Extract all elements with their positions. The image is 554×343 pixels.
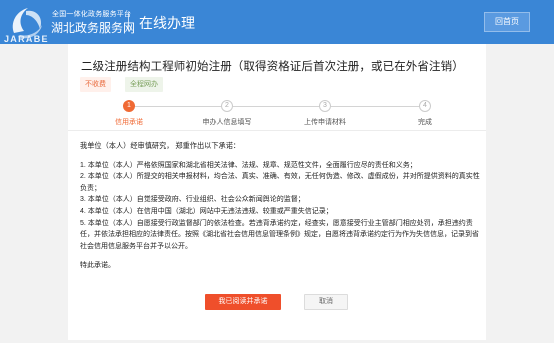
- home-button[interactable]: 回首页: [484, 12, 530, 32]
- logo-watermark-text: JARABE: [4, 34, 49, 44]
- cancel-button[interactable]: 取消: [304, 294, 348, 310]
- main-card: 二级注册结构工程师初始注册（取得资格证后首次注册，或已在外省注销） 不收费 全程…: [68, 44, 486, 340]
- tag-free-of-charge: 不收费: [80, 77, 111, 92]
- commitment-intro: 我单位（本人）经审慎研究， 郑重作出以下承诺：: [80, 141, 241, 150]
- header-title: 在线办理: [139, 15, 195, 31]
- agree-commit-button[interactable]: 我已阅读并承诺: [205, 294, 281, 310]
- step-1-label: 信用承诺: [115, 119, 143, 126]
- step-connector: [129, 106, 227, 107]
- top-header: 全国一体化政务服务平台 湖北政务服务网 JARABE 在线办理 回首页: [0, 0, 554, 44]
- step-3-circle: 3: [319, 100, 331, 112]
- commitment-item-1: 1. 本单位（本人）严格依照国家和湖北省相关法律、法规、规章、规范性文件，全面履…: [80, 161, 417, 169]
- commitment-item-4: 4. 本单位（本人）在信用中国（湖北）网站中无违法违规、较重或严重失信记录；: [80, 207, 333, 215]
- step-3-label: 上传申请材料: [304, 119, 346, 126]
- page-title: 二级注册结构工程师初始注册（取得资格证后首次注册，或已在外省注销）: [81, 61, 464, 73]
- step-connector: [331, 106, 425, 107]
- commitment-item-5: 5. 本单位（本人）自愿接受行政监督部门的依法检查。若违背承诺约定，经查实，愿意…: [80, 219, 479, 250]
- commitment-text: 我单位（本人）经审慎研究， 郑重作出以下承诺： 1. 本单位（本人）严格依照国家…: [80, 140, 480, 272]
- commitment-closing: 特此承诺。: [80, 262, 115, 270]
- commitment-item-2: 2. 本单位（本人）所提交的相关申报材料，均合法、真实、准确、有效，无任何伪造、…: [80, 173, 480, 192]
- commitment-item-3: 3. 本单位（本人）自觉接受政府、行业组织、社会公众新闻舆论的监督；: [80, 196, 305, 204]
- step-2-circle: 2: [221, 100, 233, 112]
- divider: [68, 130, 486, 131]
- tag-full-online: 全程网办: [125, 77, 163, 92]
- step-4-circle: 4: [419, 100, 431, 112]
- header-divider: [128, 13, 129, 31]
- step-connector: [233, 106, 325, 107]
- step-4-label: 完成: [418, 119, 432, 126]
- step-1-circle: 1: [123, 100, 135, 112]
- logo-site-name: 湖北政务服务网: [51, 21, 136, 35]
- step-2-label: 申办人信息填写: [202, 119, 252, 126]
- logo-platform-text: 全国一体化政务服务平台: [52, 11, 132, 18]
